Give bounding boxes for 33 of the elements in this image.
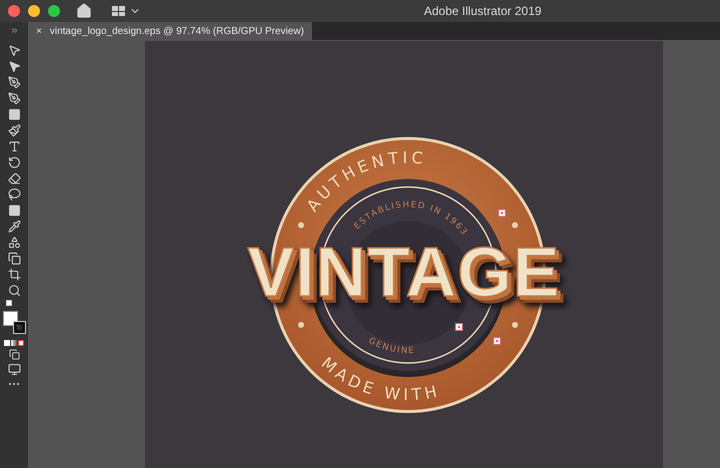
brush-icon[interactable] [8,124,20,137]
eraser-icon[interactable] [8,172,20,185]
rotate-icon[interactable] [8,156,20,169]
pen-icon[interactable] [8,76,20,89]
close-window-icon[interactable] [8,5,20,17]
anchor-point-icon[interactable] [493,337,501,345]
screen-mode-icon[interactable] [8,363,20,376]
fill-stroke-swatch-icon[interactable] [3,311,25,333]
anchor-point-icon[interactable] [455,323,463,331]
document-tab[interactable]: × vintage_logo_design.eps @ 97.74% (RGB/GPU Preview) [28,22,312,40]
workspace-layout-icon[interactable] [112,5,141,17]
maximize-window-icon[interactable] [48,5,60,17]
gradient-square-icon[interactable] [8,204,20,217]
anchor-point-icon[interactable] [498,209,506,217]
draw-mode-icon[interactable] [8,349,20,360]
rectangle-icon[interactable] [8,108,20,121]
eyedropper-icon[interactable] [8,220,20,233]
tab-title: vintage_logo_design.eps @ 97.74% (RGB/GPU Preview) [50,24,304,38]
shapes-icon[interactable] [8,236,20,249]
color-mode-icon[interactable] [4,340,24,346]
copy-icon[interactable] [8,252,20,265]
window-title: Adobe Illustrator 2019 [424,3,542,20]
close-tab-button[interactable]: × [36,24,42,38]
crop-icon[interactable] [8,268,20,281]
hollow-arrow-icon[interactable] [8,44,20,57]
expand-icon[interactable] [10,26,18,35]
home-icon[interactable] [76,3,92,19]
minimize-window-icon[interactable] [28,5,40,17]
type-icon[interactable] [8,140,20,153]
lasso-icon[interactable] [8,188,20,201]
curvature-pen-icon[interactable] [8,92,20,105]
arrow-pointer-icon[interactable] [8,60,20,73]
zoom-icon[interactable] [8,284,20,297]
